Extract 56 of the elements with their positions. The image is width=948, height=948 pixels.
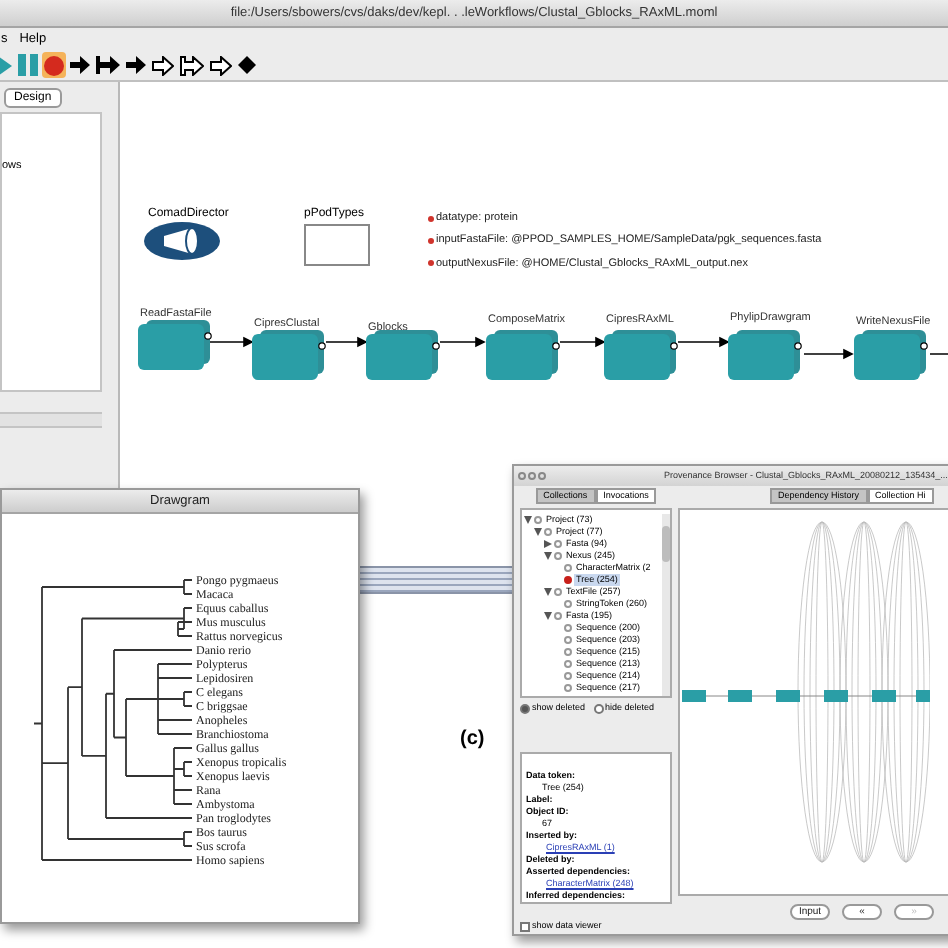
figure-label: (c) xyxy=(460,726,485,754)
arrow-icon xyxy=(126,56,146,74)
expanded-triangle-icon[interactable] xyxy=(534,528,542,536)
radio-button[interactable] xyxy=(593,703,604,714)
graph-node[interactable] xyxy=(824,690,848,702)
bullet-icon xyxy=(428,215,434,222)
connector-arrow xyxy=(209,336,254,348)
expanded-triangle-icon[interactable] xyxy=(544,612,552,620)
graph-node[interactable] xyxy=(728,690,752,702)
connector-arrow xyxy=(439,336,486,348)
close-icon[interactable] xyxy=(518,472,526,480)
expanded-triangle-icon[interactable] xyxy=(524,516,532,524)
graph-node[interactable] xyxy=(776,690,800,702)
outline-arrow-icon xyxy=(152,55,174,75)
toolbar-button[interactable] xyxy=(236,52,258,78)
types-box xyxy=(304,224,370,266)
zoom-icon[interactable] xyxy=(538,472,546,480)
actor-node[interactable] xyxy=(854,330,930,380)
arrow-icon xyxy=(70,56,90,74)
graph-node[interactable] xyxy=(916,690,930,702)
collapsed-triangle-icon[interactable] xyxy=(544,540,552,548)
director-icon xyxy=(144,222,220,260)
toolbar-button[interactable] xyxy=(124,52,148,78)
actor-node[interactable] xyxy=(252,330,328,380)
actor-node[interactable] xyxy=(486,330,562,380)
scrollbar[interactable] xyxy=(662,514,670,696)
toolbar-button[interactable] xyxy=(68,52,92,78)
play-icon xyxy=(0,55,12,75)
bullet-icon xyxy=(428,237,434,244)
actor-node[interactable] xyxy=(366,330,442,380)
connector-arrow xyxy=(325,336,368,348)
pause-icon xyxy=(18,54,38,76)
toolbar-button[interactable] xyxy=(94,52,122,78)
actor-node[interactable] xyxy=(728,330,804,380)
graph-node[interactable] xyxy=(682,690,706,702)
expanded-triangle-icon[interactable] xyxy=(544,588,552,596)
connector-line xyxy=(929,353,948,355)
circle-icon xyxy=(44,55,64,75)
checkbox[interactable] xyxy=(520,921,530,932)
diamond-icon xyxy=(238,56,256,74)
actor-node[interactable] xyxy=(138,320,214,370)
bullet-icon xyxy=(428,260,434,267)
toolbar-button[interactable] xyxy=(150,52,176,78)
outline-bar-arrow-icon xyxy=(180,55,204,75)
connector-arrow xyxy=(559,336,606,348)
connector-arrow xyxy=(677,336,730,348)
outline-arrow-icon xyxy=(210,55,232,75)
graph-node[interactable] xyxy=(872,690,896,702)
minimize-icon[interactable] xyxy=(528,472,536,480)
expanded-triangle-icon[interactable] xyxy=(544,552,552,560)
toolbar-button[interactable] xyxy=(208,52,234,78)
toolbar-button[interactable] xyxy=(178,52,206,78)
actor-node[interactable] xyxy=(604,330,680,380)
connector-arrow xyxy=(803,348,854,360)
radio-button[interactable] xyxy=(520,703,530,714)
bar-arrow-icon xyxy=(96,56,120,74)
